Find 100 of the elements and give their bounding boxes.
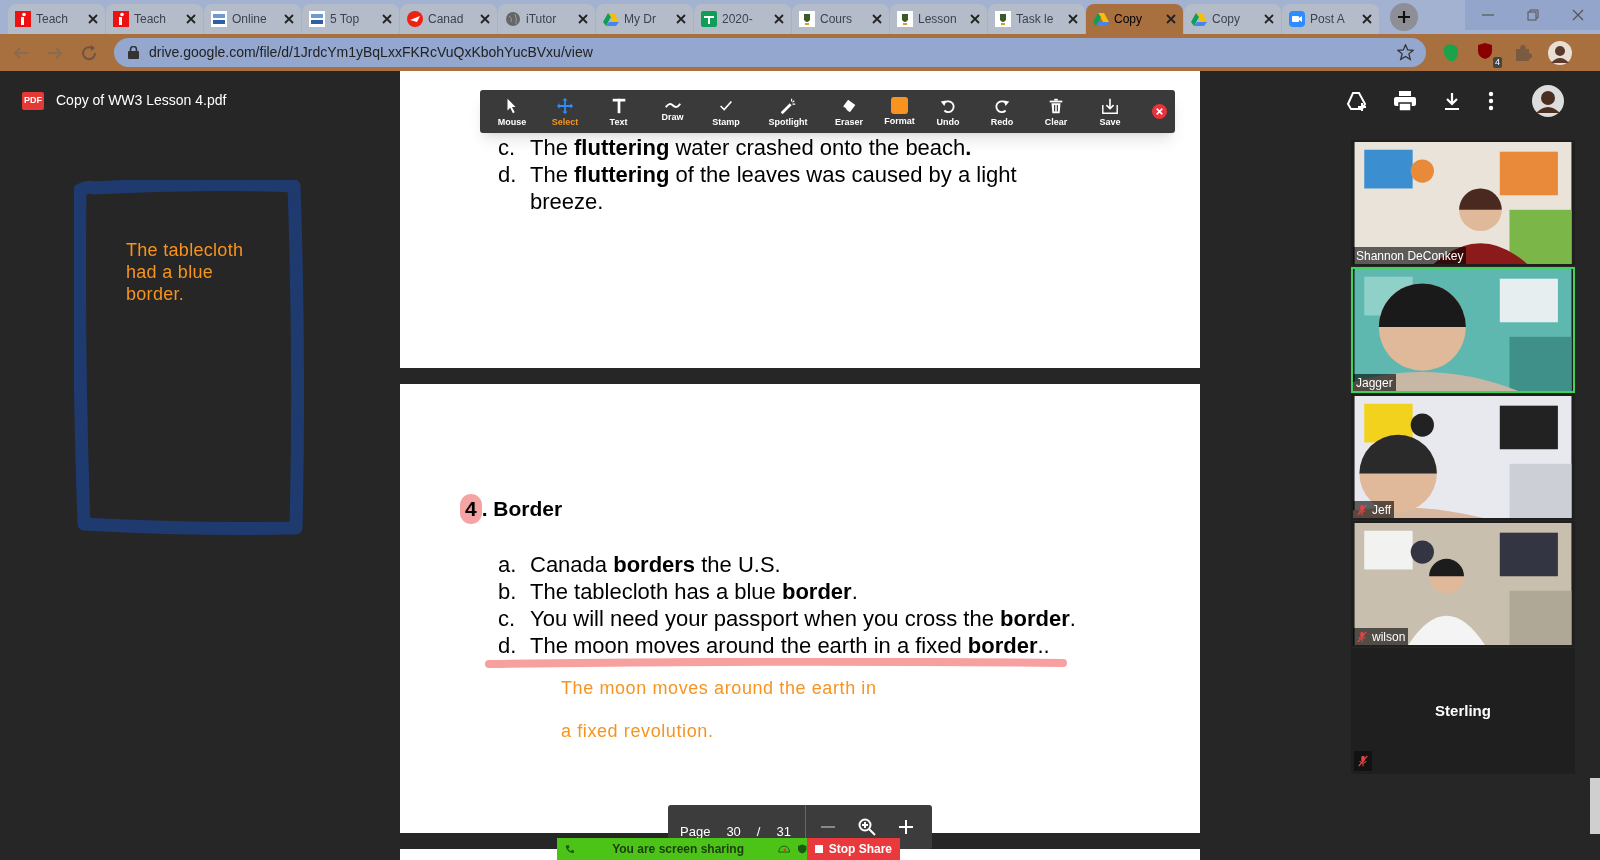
close-icon[interactable] — [578, 14, 588, 24]
tab-title: Copy — [1114, 11, 1143, 28]
tab-logo-icon — [309, 11, 325, 27]
close-icon[interactable] — [970, 14, 980, 24]
zoom-in-icon[interactable] — [897, 819, 914, 835]
tab-title: 5 Top — [330, 11, 361, 28]
browser-tab[interactable]: Teach — [8, 4, 105, 34]
close-icon[interactable] — [872, 14, 882, 24]
close-icon[interactable] — [88, 14, 98, 24]
close-icon[interactable] — [774, 14, 784, 24]
scrollbar-thumb[interactable] — [1590, 778, 1600, 834]
address-bar[interactable]: drive.google.com/file/d/1JrdcYm1yBqLxxFKRcVuQxKbohYucBVxu/view — [114, 38, 1426, 67]
browser-tab[interactable]: My Dr — [596, 4, 693, 34]
toolbar-button[interactable]: Draw — [645, 91, 700, 132]
list-text: You will need your passport when you cross the border. — [530, 605, 1076, 632]
wave-icon — [663, 101, 682, 110]
list-text: Canada borders the U.S. — [530, 551, 781, 578]
minimize-icon — [1481, 14, 1494, 16]
sheet-icon — [701, 11, 717, 27]
tab-title: Teach — [134, 11, 168, 28]
participant-name: Jeff — [1372, 501, 1392, 518]
browser-tab[interactable]: iTutor — [498, 4, 595, 34]
drive-icon — [1093, 11, 1109, 27]
zoom-icon[interactable] — [857, 818, 876, 836]
toolbar-button[interactable]: Save — [1079, 91, 1141, 132]
globe-icon — [505, 11, 521, 27]
participant-name: wilson — [1372, 628, 1406, 645]
stop-share-button[interactable]: Stop Share — [806, 838, 900, 860]
file-title: Copy of WW3 Lesson 4.pdf — [56, 91, 227, 110]
toolbar-button[interactable]: Format — [874, 91, 925, 132]
close-icon[interactable] — [480, 14, 490, 24]
tab-title: Cours — [820, 11, 853, 28]
close-icon[interactable] — [676, 14, 686, 24]
close-icon[interactable] — [382, 14, 392, 24]
toolbar-button[interactable]: Stamp — [700, 91, 752, 132]
toolbar-button[interactable]: Eraser — [824, 91, 874, 132]
profile-avatar[interactable] — [1548, 40, 1572, 65]
toolbar-button[interactable]: Undo — [925, 91, 971, 132]
close-icon[interactable] — [284, 14, 294, 24]
participant-name: Sterling — [1435, 700, 1491, 721]
toolbar-button[interactable]: Select — [538, 91, 592, 132]
browser-tab[interactable]: Copy — [1184, 4, 1281, 34]
tab-title: Lesson — [918, 11, 958, 28]
note-text: had a blue — [126, 261, 215, 283]
list-marker: c. — [498, 605, 517, 632]
toolbar-button[interactable]: Redo — [971, 91, 1033, 132]
download-icon[interactable] — [1442, 91, 1462, 111]
tab-title: Online — [232, 11, 268, 28]
tab-logo-icon — [211, 11, 227, 27]
note-text: border. — [126, 283, 186, 305]
browser-tab[interactable]: Copy — [1086, 4, 1183, 34]
toolbar-button[interactable]: Mouse — [486, 91, 538, 132]
toolbar-button[interactable]: Spotlight — [752, 91, 824, 132]
close-icon[interactable] — [1362, 14, 1372, 24]
new-tab-icon[interactable] — [1390, 3, 1418, 31]
drive-icon — [1191, 11, 1207, 27]
participant-name: Jagger — [1356, 374, 1393, 391]
toolbar-button[interactable]: Clear — [1033, 91, 1079, 132]
more-icon[interactable] — [1488, 91, 1494, 111]
close-icon[interactable] — [1264, 14, 1274, 24]
tab-title: 2020- — [722, 11, 754, 28]
toolbar-button[interactable]: Text — [592, 91, 645, 132]
shield-icon — [798, 843, 807, 855]
browser-tab[interactable]: 2020- — [694, 4, 791, 34]
file-type-badge: PDF — [22, 91, 44, 110]
browser-tab[interactable]: Task le — [988, 4, 1085, 34]
browser-tab[interactable]: Cours — [792, 4, 889, 34]
close-icon[interactable] — [1152, 104, 1167, 119]
page-separator: / — [756, 823, 761, 842]
list-text: The tablecloth has a blue border. — [530, 578, 858, 605]
tab-title: Task le — [1016, 11, 1055, 28]
note-text: The tablecloth — [126, 239, 244, 261]
tab-title: My Dr — [624, 11, 657, 28]
browser-tab[interactable]: Teach — [106, 4, 203, 34]
browser-tab[interactable]: Online — [204, 4, 301, 34]
browser-tab[interactable]: Post A — [1282, 4, 1379, 34]
star-icon[interactable] — [1397, 44, 1414, 61]
list-marker: a. — [498, 551, 518, 578]
phone-icon — [565, 843, 575, 855]
add-to-drive-icon[interactable] — [1346, 90, 1368, 112]
list-text: breeze. — [530, 188, 605, 215]
print-icon[interactable] — [1394, 91, 1416, 111]
tab-logo-icon — [407, 11, 423, 27]
close-icon[interactable] — [1068, 14, 1078, 24]
extension-badge: 4 — [1493, 56, 1502, 68]
tab-logo-icon — [15, 11, 31, 27]
trash-icon — [1047, 96, 1065, 115]
list-text: The fluttering of the leaves was caused by a light — [530, 161, 1017, 188]
page-label: Page — [680, 823, 711, 842]
cloud-icon — [778, 844, 791, 854]
browser-tab[interactable]: 5 Top — [302, 4, 399, 34]
account-avatar[interactable] — [1532, 85, 1564, 117]
browser-tab[interactable]: Canad — [400, 4, 497, 34]
browser-tab[interactable]: Lesson — [890, 4, 987, 34]
page-number[interactable]: 30 — [726, 822, 741, 842]
url-text: drive.google.com/file/d/1JrdcYm1yBqLxxFKRcVuQxKbohYucBVxu/view — [149, 43, 594, 62]
tab-title: Post A — [1310, 11, 1346, 28]
close-icon[interactable] — [186, 14, 196, 24]
participant-name: Shannon DeConkey — [1356, 247, 1464, 264]
note-text: The moon moves around the earth in — [561, 677, 878, 699]
